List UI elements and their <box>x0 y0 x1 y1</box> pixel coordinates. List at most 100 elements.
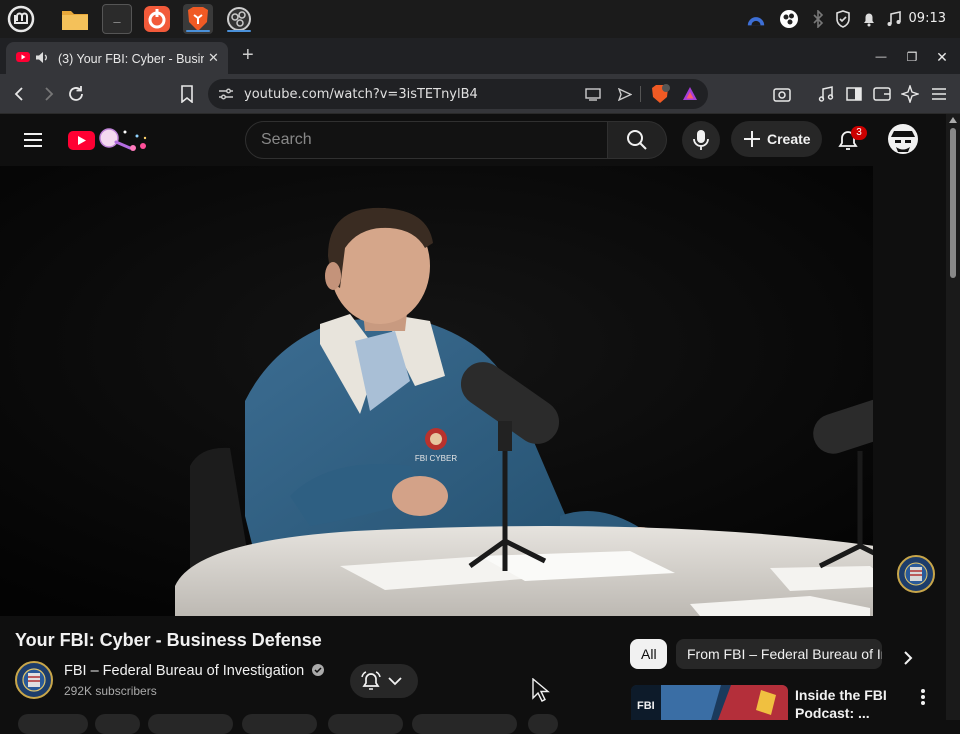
reload-button[interactable] <box>64 82 88 106</box>
video-letterbox <box>873 166 946 616</box>
terminal-app-button[interactable]: _ <box>102 4 132 34</box>
bell-icon[interactable] <box>859 9 879 29</box>
minimize-button[interactable]: — <box>870 46 892 68</box>
plus-icon <box>744 131 760 147</box>
screenshot-button[interactable] <box>770 82 794 106</box>
related-video-title[interactable]: Inside the FBI Podcast: ... <box>795 686 905 722</box>
address-bar[interactable]: youtube.com/watch?v=3isTETnylB4 <box>208 79 708 109</box>
mint-menu-button[interactable] <box>6 4 36 34</box>
like-button[interactable] <box>18 714 88 734</box>
channel-avatar[interactable] <box>15 661 53 699</box>
more-actions-button[interactable] <box>528 714 558 734</box>
forward-button[interactable] <box>36 82 60 106</box>
subscriber-count: 292K subscribers <box>64 684 157 698</box>
subscribed-notifications-button[interactable] <box>350 664 418 698</box>
browser-menu-button[interactable] <box>927 82 951 106</box>
mint-menu-icon <box>7 5 35 33</box>
related-more-button[interactable] <box>917 688 929 706</box>
shield-icon[interactable] <box>833 9 853 29</box>
fbi-seal-watermark <box>897 555 935 593</box>
bluetooth-icon[interactable] <box>808 9 828 29</box>
url-text[interactable]: youtube.com/watch?v=3isTETnylB4 <box>244 87 478 102</box>
tab-close-icon[interactable]: ✕ <box>208 50 219 66</box>
guide-menu-button[interactable] <box>22 129 44 151</box>
avatar-icon <box>888 124 918 154</box>
scrollbar-thumb[interactable] <box>950 128 956 278</box>
chip-from-channel[interactable]: From FBI – Federal Bureau of Investigati… <box>676 639 882 669</box>
obs-icon <box>227 7 251 31</box>
youtube-header: Search Create 3 <box>0 114 946 166</box>
kebab-menu-icon <box>921 689 925 705</box>
search-input[interactable]: Search <box>245 121 608 159</box>
music-icon[interactable] <box>884 9 904 29</box>
shirt-logo-text: FBI CYBER <box>415 454 457 463</box>
scroll-up-icon[interactable] <box>949 117 957 123</box>
youtube-doodle-logo <box>68 128 147 151</box>
sparkle-icon <box>901 85 919 103</box>
cast-icon[interactable] <box>585 88 601 101</box>
wallet-button[interactable] <box>870 82 894 106</box>
channel-name[interactable]: FBI – Federal Bureau of Investigation <box>64 663 325 679</box>
video-player[interactable]: FBI CYBER <box>0 166 946 616</box>
folder-icon <box>62 11 88 30</box>
back-button[interactable] <box>8 82 32 106</box>
maximize-button[interactable]: ❐ <box>901 46 923 68</box>
new-tab-button[interactable]: + <box>242 44 254 67</box>
download-button[interactable] <box>328 714 403 734</box>
active-app-indicator <box>186 30 210 32</box>
bell-ringing-icon <box>361 671 381 690</box>
brave-rewards-icon[interactable] <box>682 86 698 101</box>
account-avatar[interactable] <box>887 123 919 155</box>
youtube-logo[interactable] <box>67 126 151 154</box>
chip-all-label: All <box>641 646 657 662</box>
files-app-button[interactable] <box>60 4 90 34</box>
create-button[interactable]: Create <box>731 121 822 157</box>
minimize-icon: — <box>875 51 887 63</box>
voice-search-button[interactable] <box>682 121 720 159</box>
related-video-thumbnail[interactable]: FBI <box>631 685 788 720</box>
remix-button[interactable] <box>242 714 317 734</box>
site-settings-icon[interactable] <box>218 87 234 101</box>
channel-name-text: FBI – Federal Bureau of Investigation <box>64 663 305 679</box>
chip-all[interactable]: All <box>630 639 667 669</box>
obs-app-button[interactable] <box>224 4 254 34</box>
speaker-icon[interactable] <box>35 51 49 64</box>
chevron-right-icon <box>904 651 913 665</box>
page-scrollbar[interactable] <box>946 114 960 720</box>
address-bar-divider <box>640 86 641 102</box>
share-button[interactable] <box>148 714 233 734</box>
tab-title: (3) Your FBI: Cyber - Business Defense <box>58 52 204 66</box>
bookmark-button[interactable] <box>175 82 199 106</box>
action-buttons-row <box>0 711 560 734</box>
back-arrow-icon <box>14 87 23 101</box>
close-window-button[interactable]: ✕ <box>931 46 953 68</box>
leo-ai-button[interactable] <box>898 82 922 106</box>
reload-icon <box>69 86 83 101</box>
save-button[interactable] <box>412 714 517 734</box>
dislike-button[interactable] <box>95 714 140 734</box>
sidebar-button[interactable] <box>842 82 866 106</box>
related-thumbnail-image: FBI <box>631 685 788 720</box>
clock[interactable]: 09:13 <box>909 11 946 26</box>
brave-app-button[interactable] <box>183 4 213 34</box>
media-button[interactable] <box>814 82 838 106</box>
obs-tray-icon[interactable] <box>779 9 799 29</box>
chips-next-button[interactable] <box>894 644 922 672</box>
search-placeholder: Search <box>261 131 312 148</box>
browser-tab-strip: (3) Your FBI: Cyber - Business Defense ✕… <box>0 38 960 74</box>
send-icon[interactable] <box>618 88 632 101</box>
mouse-cursor-icon <box>532 678 550 702</box>
search-icon <box>627 130 647 150</box>
create-label: Create <box>767 131 811 147</box>
hamburger-menu-icon <box>24 133 42 147</box>
browser-toolbar: youtube.com/watch?v=3isTETnylB4 <box>0 74 960 114</box>
maximize-icon: ❐ <box>906 50 918 64</box>
speaker-ear <box>325 262 341 290</box>
brave-shields-icon[interactable] <box>650 84 672 104</box>
search-button[interactable] <box>608 121 667 159</box>
firefox-app-button[interactable] <box>142 4 172 34</box>
network-icon[interactable] <box>746 9 766 29</box>
thumbnail-fbi-text: FBI <box>637 700 655 712</box>
browser-tab-active[interactable]: (3) Your FBI: Cyber - Business Defense ✕ <box>6 42 228 74</box>
close-icon: ✕ <box>936 48 948 65</box>
